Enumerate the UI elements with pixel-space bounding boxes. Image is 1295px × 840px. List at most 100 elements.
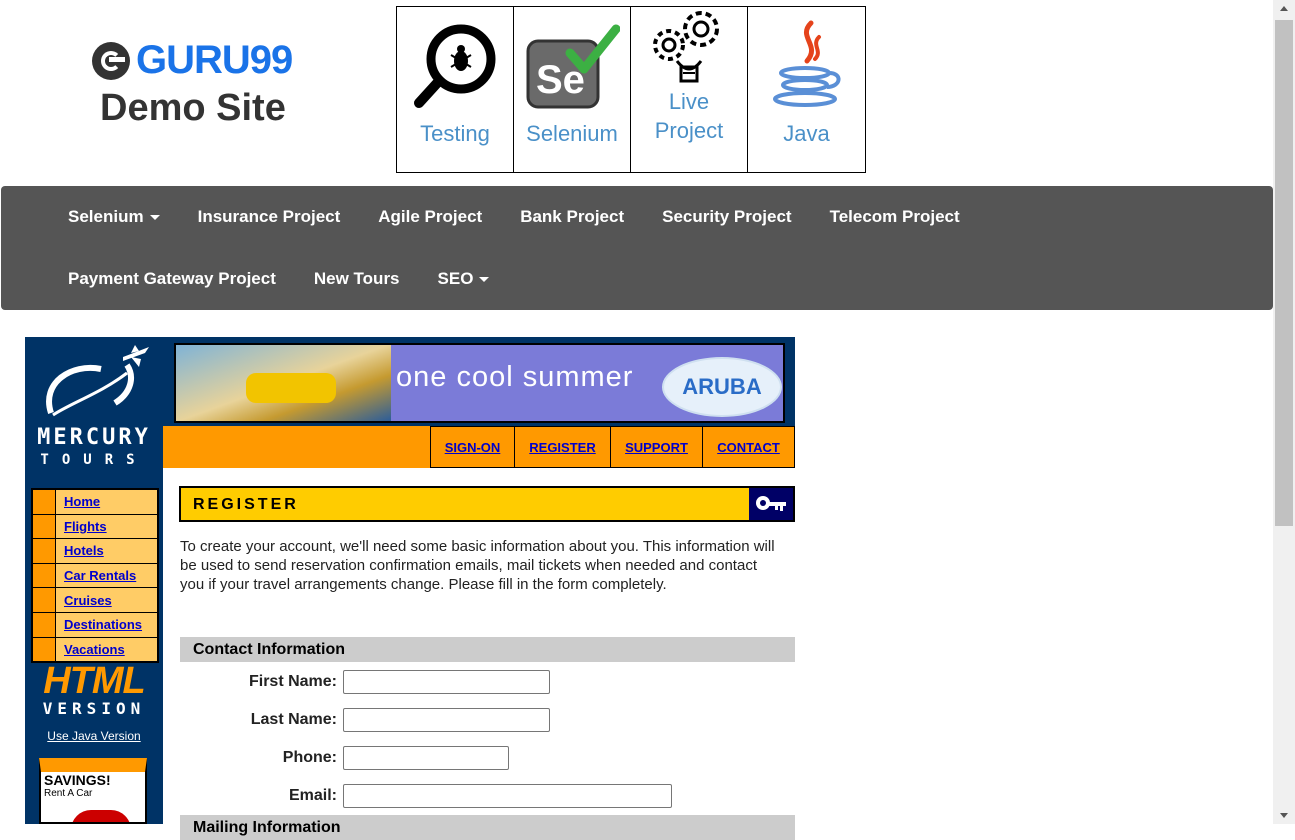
tile-testing[interactable]: Testing [397,7,514,172]
scroll-thumb[interactable] [1275,20,1293,526]
html-version-line1: HTML [43,660,146,702]
nav-label: Selenium [68,207,144,226]
phone-row: Phone: [180,745,509,771]
main-navbar: Selenium Insurance Project Agile Project… [1,186,1273,310]
page-scrollbar[interactable] [1273,0,1295,824]
phone-input[interactable] [343,746,509,770]
guru99-logo-icon [92,41,130,80]
caret-down-icon [479,277,490,283]
magnifier-bug-icon [407,17,503,113]
side-link-flights[interactable]: Flights [56,519,107,534]
contact-link[interactable]: CONTACT [703,426,795,468]
nav-selenium-dropdown[interactable]: Selenium [49,186,179,248]
register-title-bar: REGISTER [179,486,795,522]
register-intro-text: To create your account, we'll need some … [180,538,775,593]
use-java-version-link[interactable]: Use Java Version [25,729,163,743]
support-link[interactable]: SUPPORT [611,426,703,468]
phone-label: Phone: [282,749,337,766]
mercury-tours-frame: MERCURY TOURS Home Flights Hotels Car Re… [25,337,795,840]
nav-telecom-project[interactable]: Telecom Project [811,186,979,248]
tile-label: Java [783,121,830,146]
last-name-input[interactable] [343,708,550,732]
tile-label-project: Project [654,118,724,143]
course-tiles: Testing Se Selenium Live Project Java [396,6,866,173]
tile-label: Testing [420,121,490,146]
nav-insurance-project[interactable]: Insurance Project [179,186,360,248]
banner-text: one cool summer [396,361,634,393]
first-name-row: First Name: [180,669,550,695]
side-menu-item: Cruises [33,588,157,613]
first-name-input[interactable] [343,670,550,694]
nav-seo-dropdown[interactable]: SEO [419,248,509,310]
side-link-car-rentals[interactable]: Car Rentals [56,568,136,583]
savings-subtitle: Rent A Car [44,788,93,799]
nav-bank-project[interactable]: Bank Project [501,186,643,248]
nav-agile-project[interactable]: Agile Project [359,186,501,248]
side-menu-item: Destinations [33,612,157,638]
car-icon [71,810,131,822]
html-version-badge: HTML VERSION [35,660,153,718]
scroll-down-arrow-icon[interactable] [1273,807,1295,824]
menu-bullet [33,612,56,637]
demo-site-text: Demo Site [100,87,286,129]
menu-bullet [33,490,56,514]
tile-java[interactable]: Java [748,7,865,172]
aruba-logo: ARUBA [662,357,782,417]
menu-bullet [33,514,56,539]
side-menu-item: Vacations [33,637,157,662]
tile-label: Selenium [526,121,618,146]
email-row: Email: [180,783,672,809]
key-icon [749,488,793,520]
email-input[interactable] [343,784,672,808]
savings-ad[interactable]: SAVINGS! Rent A Car [39,758,147,824]
caret-down-icon [149,215,160,221]
nav-security-project[interactable]: Security Project [643,186,810,248]
last-name-row: Last Name: [180,707,550,733]
mercury-brand: MERCURY TOURS [25,425,163,468]
savings-title: SAVINGS! [44,772,111,788]
html-version-line2: VERSION [42,699,146,718]
side-menu-item: Hotels [33,539,157,564]
selenium-icon: Se [524,17,620,113]
mercury-brand-line2: TOURS [40,452,148,468]
contact-info-section-header: Contact Information [180,637,795,662]
logo-text: GURU99 [136,38,293,82]
signon-link[interactable]: SIGN-ON [431,426,515,468]
tile-live-project[interactable]: Live Project [631,7,748,172]
aruba-banner[interactable]: one cool summer ARUBA [174,343,785,423]
side-menu-item: Home [33,490,157,515]
nav-payment-gateway-project[interactable]: Payment Gateway Project [49,248,295,310]
first-name-label: First Name: [248,673,337,690]
last-name-label: Last Name: [250,711,337,728]
side-link-cruises[interactable]: Cruises [56,593,112,608]
tile-label-live: Live [668,89,710,114]
menu-bullet [33,588,56,612]
register-link[interactable]: REGISTER [515,426,611,468]
tile-label: Live Project [655,87,723,145]
side-link-hotels[interactable]: Hotels [56,543,104,558]
tile-selenium[interactable]: Se Selenium [514,7,631,172]
scroll-up-arrow-icon[interactable] [1273,0,1295,17]
gears-bulb-icon [641,7,737,87]
java-icon [759,17,855,113]
menu-bullet [33,539,56,563]
plane-logo-icon [46,345,149,417]
register-title: REGISTER [193,496,299,513]
mercury-side-menu: Home Flights Hotels Car Rentals Cruises … [31,488,159,664]
mailing-info-section-header: Mailing Information [180,815,795,840]
beach-image [176,345,391,421]
nav-new-tours[interactable]: New Tours [295,248,419,310]
menu-bullet [33,563,56,588]
nav-label: SEO [437,269,474,288]
side-menu-item: Flights [33,514,157,540]
mercury-sidebar: MERCURY TOURS Home Flights Hotels Car Re… [25,337,163,824]
guru99-logo[interactable]: GURU99 Demo Site [92,38,312,130]
email-label: Email: [288,787,337,804]
side-menu-item: Car Rentals [33,563,157,589]
mercury-top-nav: SIGN-ON REGISTER SUPPORT CONTACT [163,426,795,468]
mercury-brand-line1: MERCURY [37,425,151,450]
side-link-home[interactable]: Home [56,494,100,509]
menu-bullet [33,637,56,662]
side-link-destinations[interactable]: Destinations [56,617,142,632]
side-link-vacations[interactable]: Vacations [56,642,125,657]
